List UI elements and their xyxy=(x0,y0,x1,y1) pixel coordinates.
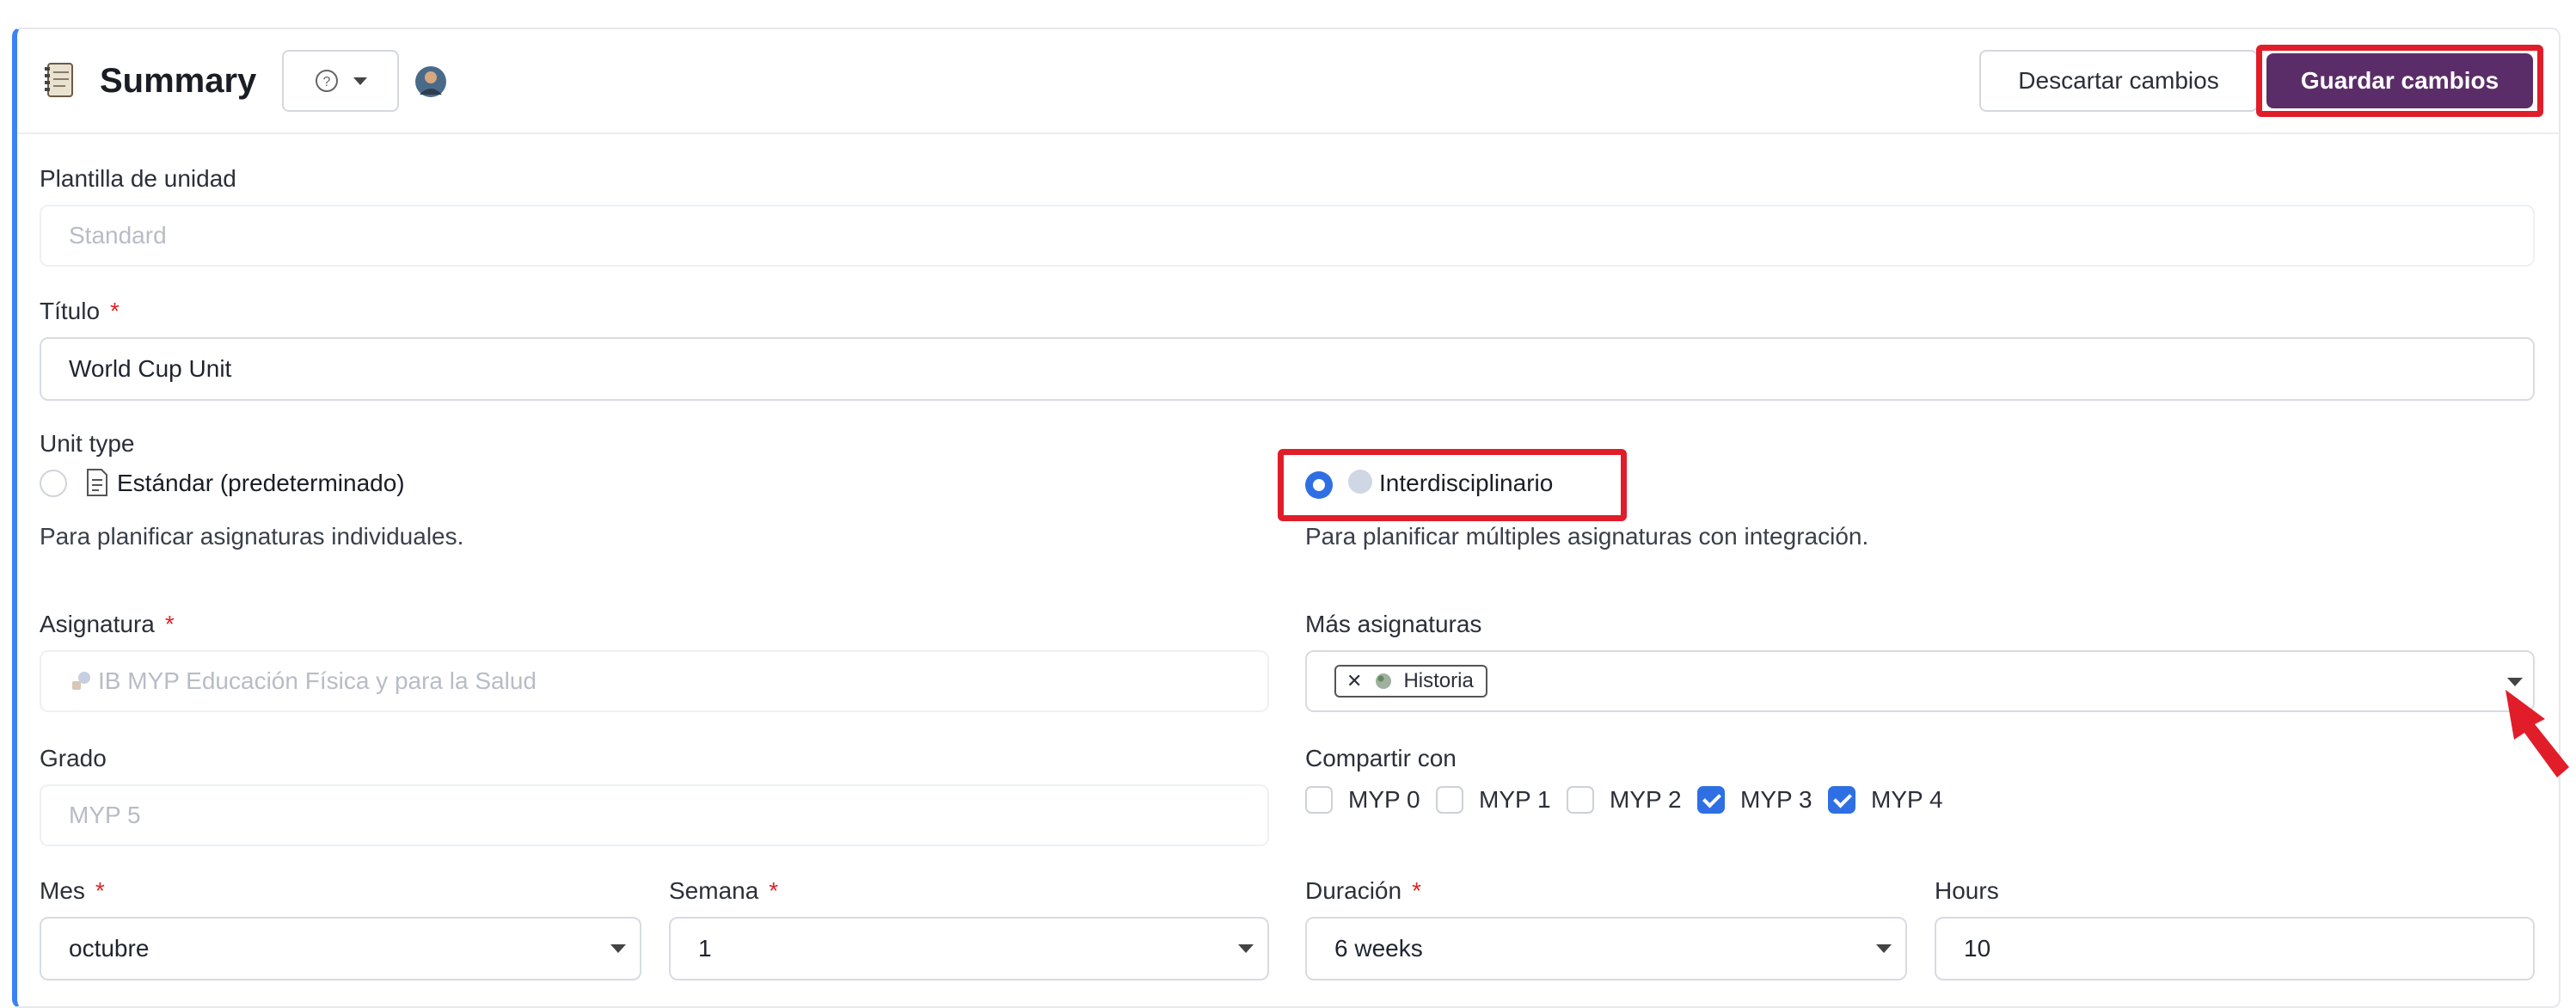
interdisciplinary-highlight-box xyxy=(1278,449,1627,521)
hours-value: 10 xyxy=(1964,935,1991,962)
question-circle-icon: ? xyxy=(316,70,338,92)
subject-value: IB MYP Educación Física y para la Salud xyxy=(98,667,537,694)
required-marker: * xyxy=(769,877,779,904)
notebook-icon xyxy=(45,63,73,97)
chevron-down-icon xyxy=(1238,944,1254,953)
checkbox-myp-0[interactable] xyxy=(1305,786,1333,814)
subject-label: Asignatura * xyxy=(40,611,175,638)
required-marker: * xyxy=(95,877,105,904)
grade-value: MYP 5 xyxy=(69,802,141,828)
subject-tag-label: Historia xyxy=(1403,669,1474,692)
more-subjects-select[interactable]: ✕ Historia xyxy=(1305,650,2535,712)
svg-text:?: ? xyxy=(323,75,331,89)
duration-label: Duración * xyxy=(1305,877,1421,905)
template-value: Standard xyxy=(69,222,167,249)
subject-field: IB MYP Educación Física y para la Salud xyxy=(40,650,1269,712)
duration-label-text: Duración xyxy=(1305,877,1402,904)
share-with-label: Compartir con xyxy=(1305,745,1457,771)
required-marker: * xyxy=(164,611,175,637)
week-value: 1 xyxy=(698,935,712,962)
chevron-down-icon xyxy=(353,77,367,85)
month-select[interactable]: octubre xyxy=(40,917,641,980)
help-dropdown-button[interactable]: ? xyxy=(282,50,399,112)
summary-panel: Summary ? Descartar cambios Guardar camb… xyxy=(12,28,2561,1008)
more-subjects-label: Más asignaturas xyxy=(1305,611,1482,637)
month-label-text: Mes xyxy=(40,877,85,904)
checkbox-myp-4-label: MYP 4 xyxy=(1871,786,1943,813)
checkbox-myp-3-label: MYP 3 xyxy=(1740,786,1812,813)
template-label: Plantilla de unidad xyxy=(40,165,236,192)
title-value: World Cup Unit xyxy=(69,355,232,382)
grade-label: Grado xyxy=(40,745,107,771)
chevron-down-icon xyxy=(610,944,626,953)
checkbox-myp-0-label: MYP 0 xyxy=(1348,786,1420,813)
subject-label-text: Asignatura xyxy=(40,611,155,637)
radio-standard-label: Estándar (predeterminado) xyxy=(117,470,405,496)
interdisciplinary-helper-text: Para planificar múltiples asignaturas co… xyxy=(1305,523,1869,550)
chevron-down-icon xyxy=(1876,944,1892,953)
checkbox-myp-1-label: MYP 1 xyxy=(1479,786,1551,813)
sport-icon xyxy=(72,672,90,690)
duration-value: 6 weeks xyxy=(1334,935,1423,962)
duration-select[interactable]: 6 weeks xyxy=(1305,917,1907,980)
checkbox-myp-2-label: MYP 2 xyxy=(1610,786,1682,813)
checkbox-myp-3[interactable] xyxy=(1697,786,1725,814)
week-select[interactable]: 1 xyxy=(669,917,1269,980)
title-label: Título * xyxy=(40,298,120,325)
template-field: Standard xyxy=(40,205,2535,267)
checkbox-myp-2[interactable] xyxy=(1567,786,1594,814)
checkbox-myp-1[interactable] xyxy=(1436,786,1463,814)
required-marker: * xyxy=(110,298,120,324)
annotation-arrow-icon xyxy=(2505,690,2569,778)
grade-field: MYP 5 xyxy=(40,784,1269,846)
page-title: Summary xyxy=(100,62,257,100)
radio-standard[interactable] xyxy=(40,470,67,497)
discard-changes-button[interactable]: Descartar cambios xyxy=(1979,50,2258,112)
summary-header: Summary ? Descartar cambios Guardar camb… xyxy=(17,29,2559,134)
avatar[interactable] xyxy=(414,65,447,98)
week-label: Semana * xyxy=(669,877,778,905)
standard-helper-text: Para planificar asignaturas individuales… xyxy=(40,523,464,550)
month-value: octubre xyxy=(69,935,150,962)
unit-type-label: Unit type xyxy=(40,430,135,457)
hours-input[interactable]: 10 xyxy=(1935,917,2535,980)
save-highlight-box xyxy=(2256,45,2543,117)
title-input[interactable]: World Cup Unit xyxy=(40,337,2535,401)
checkbox-myp-4[interactable] xyxy=(1828,786,1855,814)
document-icon xyxy=(87,469,107,496)
title-label-text: Título xyxy=(40,298,101,324)
remove-tag-icon[interactable]: ✕ xyxy=(1346,670,1362,692)
week-label-text: Semana xyxy=(669,877,759,904)
globe-icon xyxy=(1376,673,1392,689)
required-marker: * xyxy=(1412,877,1421,904)
hours-label: Hours xyxy=(1935,877,1999,904)
month-label: Mes * xyxy=(40,877,105,905)
subject-tag: ✕ Historia xyxy=(1334,665,1487,698)
